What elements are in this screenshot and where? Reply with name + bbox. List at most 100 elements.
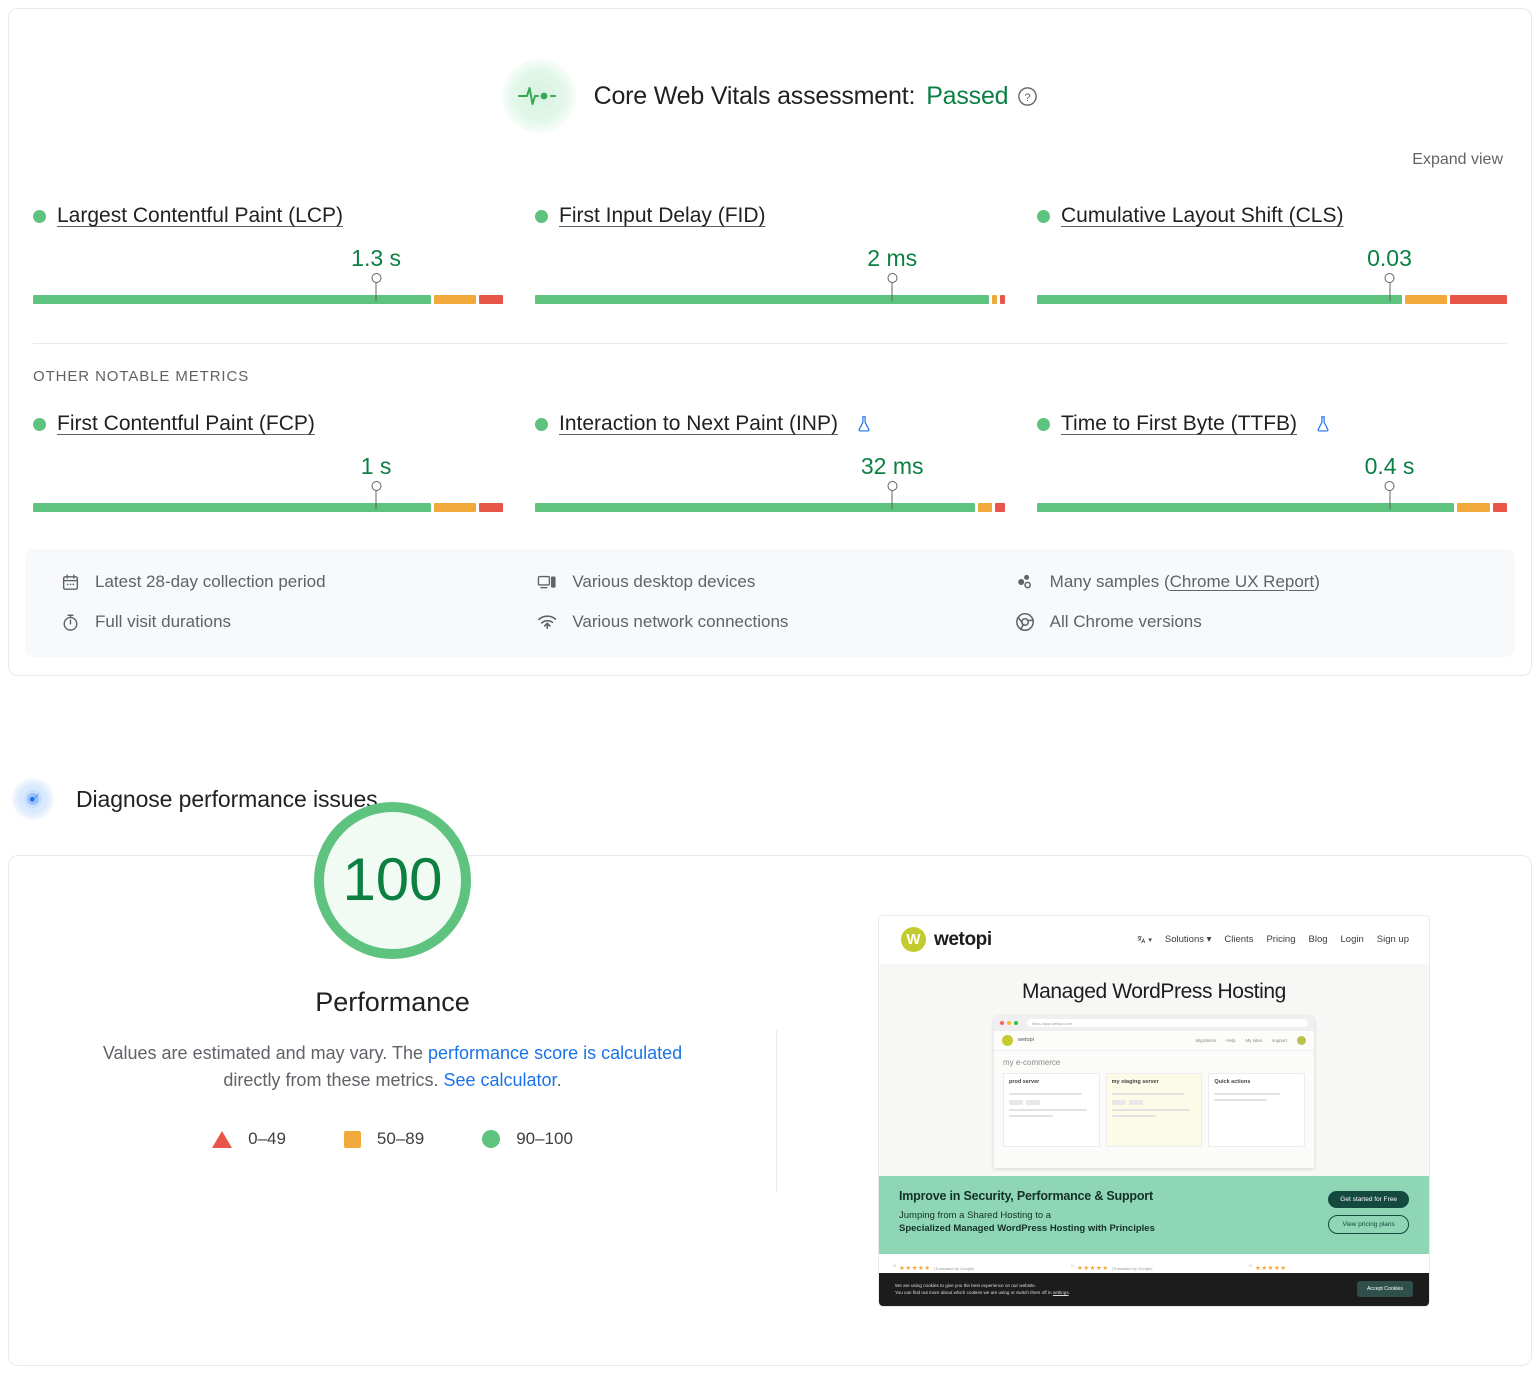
legend-item: 0–49 — [212, 1129, 286, 1149]
metric-name-link[interactable]: Cumulative Layout Shift (CLS) — [1061, 204, 1343, 228]
performance-description: Values are estimated and may vary. The p… — [73, 1040, 713, 1096]
site-thumbnail[interactable]: W wetopi ▾ Solutions ▾ Clients Pricing Blog L… — [878, 914, 1430, 1307]
thumb-nav-item[interactable]: Login — [1341, 934, 1364, 945]
bar-segment-avg — [1456, 503, 1490, 512]
metric-header: Interaction to Next Paint (INP) — [535, 409, 1005, 439]
metric-interaction-to-next-paint-inp: Interaction to Next Paint (INP) 32 ms — [535, 409, 1005, 515]
thumb-get-started-button[interactable]: Get started for Free — [1328, 1190, 1409, 1208]
pagespeed-report: Core Web Vitals assessment: Passed ? Exp… — [0, 0, 1540, 1374]
svg-text:?: ? — [1025, 91, 1031, 103]
translate-icon[interactable]: ▾ — [1137, 935, 1152, 944]
legend-label: 50–89 — [376, 1129, 425, 1149]
thumb-server-action — [1009, 1114, 1054, 1117]
bar-segment-avg — [991, 295, 998, 304]
thumb-app-section-title: my e-commerce — [1003, 1057, 1061, 1067]
metric-name-link[interactable]: First Input Delay (FID) — [559, 204, 766, 228]
legend-triangle-icon — [212, 1130, 233, 1148]
thumb-server-domain — [1009, 1092, 1082, 1095]
thumb-nav-item[interactable]: Sign up — [1377, 934, 1409, 945]
traffic-light-green — [1014, 1021, 1018, 1025]
thumb-quick-actions-title: Quick actions — [1214, 1078, 1251, 1085]
legend-circle-icon — [482, 1130, 501, 1149]
bar-segment-good — [1037, 295, 1402, 304]
collection-info-strip: Latest 28-day collection period Various d… — [25, 549, 1515, 657]
metric-distribution-bar — [33, 487, 503, 515]
thumb-cta-band: Improve in Security, Performance & Suppo… — [879, 1175, 1429, 1254]
thumb-nav-item[interactable]: Blog — [1309, 934, 1328, 945]
see-calculator-link[interactable]: See calculator — [443, 1070, 556, 1090]
stopwatch-icon — [59, 611, 81, 633]
metric-value-marker — [375, 487, 377, 509]
metric-value-row: 0.4 s — [1037, 453, 1507, 487]
thumb-app-nav-items: Migrations Help My sites support — [1195, 1035, 1306, 1045]
thumb-cta-sub2: Specialized Managed WordPress Hosting wi… — [899, 1222, 1155, 1234]
performance-gauge[interactable]: 100 — [314, 801, 471, 959]
traffic-light-yellow — [1007, 1021, 1011, 1025]
metric-header: Largest Contentful Paint (LCP) — [33, 201, 503, 231]
bar-segment-poor — [1450, 295, 1507, 304]
help-circle-icon[interactable]: ? — [1017, 86, 1038, 107]
thumb-accept-cookies-button[interactable]: Accept Cookies — [1356, 1281, 1413, 1297]
thumb-navbar: W wetopi ▾ Solutions ▾ Clients Pricing Blog L… — [879, 915, 1429, 964]
score-legend: 0–49 50–89 90–100 — [212, 1129, 573, 1149]
legend-label: 0–49 — [248, 1129, 286, 1149]
thumb-nav-item[interactable]: Clients — [1224, 934, 1253, 945]
thumb-review-translated: (Translated by Google) — [933, 1265, 975, 1271]
bar-segment-good — [535, 295, 989, 304]
thumb-cookie-banner: We are using cookies to give you the bes… — [879, 1272, 1429, 1306]
bar-segment-poor — [995, 503, 1005, 512]
metric-name-link[interactable]: Time to First Byte (TTFB) — [1061, 412, 1297, 436]
metric-name-link[interactable]: Interaction to Next Paint (INP) — [559, 412, 838, 436]
metric-status-dot — [1037, 209, 1050, 223]
metric-header: First Contentful Paint (FCP) — [33, 409, 503, 439]
other-metrics-grid: First Contentful Paint (FCP) 1 s Interacti… — [9, 385, 1531, 515]
chrome-ux-report-link[interactable]: Chrome UX Report — [1170, 572, 1315, 591]
thumb-server-title: my staging server — [1111, 1078, 1159, 1085]
bar-segment-avg — [1404, 295, 1448, 304]
performance-score-panel: 100 Performance Values are estimated and… — [9, 801, 777, 1192]
thumb-server-meta — [1111, 1108, 1190, 1111]
calendar-icon — [59, 571, 81, 593]
thumb-server-pills — [1009, 1099, 1094, 1105]
crux-status-badge: Passed — [926, 81, 1009, 110]
traffic-light-red — [1000, 1021, 1004, 1025]
thumb-server-meta — [1009, 1108, 1087, 1111]
metric-value: 1.3 s — [351, 245, 402, 271]
thumb-review-stars: ★★★★★ — [899, 1265, 931, 1272]
thumb-browser-chrome: https://app.wetopi.com — [994, 1015, 1314, 1031]
bar-segment-good — [33, 503, 431, 512]
thumb-app-nav-item: support — [1271, 1037, 1287, 1043]
thumb-cookie-text: We are using cookies to give you the bes… — [895, 1282, 1070, 1295]
flask-icon — [1314, 415, 1332, 433]
desc-text-1: Values are estimated and may vary. The — [102, 1042, 429, 1063]
cookie-line-2: You can find out more about which cookie… — [895, 1290, 1053, 1295]
thumb-app-avatar — [1297, 1035, 1306, 1045]
metric-name-link[interactable]: Largest Contentful Paint (LCP) — [57, 204, 343, 228]
bar-segment-poor — [479, 503, 503, 512]
metric-status-dot — [33, 209, 46, 223]
quote-icon: “ — [1249, 1262, 1252, 1273]
metric-distribution-bar — [33, 279, 503, 307]
info-item: Various desktop devices — [536, 571, 1003, 593]
thumb-review-header: “★★★★★ (Translated by Google) — [1071, 1263, 1237, 1273]
cookie-settings-link[interactable]: settings — [1053, 1290, 1069, 1295]
thumb-nav-item[interactable]: Pricing — [1266, 934, 1295, 945]
info-item-label: Full visit durations — [95, 612, 232, 631]
thumb-hero: Managed WordPress Hosting https://app.we… — [879, 963, 1429, 1176]
network-icon — [536, 611, 558, 633]
thumb-nav-item[interactable]: Solutions ▾ — [1165, 934, 1212, 945]
thumb-logo-mark: W — [901, 927, 926, 952]
info-item-label: Many samples (Chrome UX Report) — [1049, 572, 1320, 591]
bar-segment-avg — [978, 503, 993, 512]
expand-view-link[interactable]: Expand view — [1412, 151, 1503, 169]
thumb-pricing-button[interactable]: View pricing plans — [1328, 1214, 1409, 1234]
metric-name-link[interactable]: First Contentful Paint (FCP) — [57, 412, 315, 436]
metric-value-row: 1.3 s — [33, 245, 503, 279]
thumb-review-header: “★★★★★ — [1249, 1262, 1415, 1273]
metric-value-marker — [1389, 487, 1390, 509]
metric-value-row: 32 ms — [535, 453, 1005, 487]
thumb-browser-mock: https://app.wetopi.com wetopi Migrations… — [994, 1015, 1314, 1168]
thumb-url-bar: https://app.wetopi.com — [1027, 1019, 1308, 1027]
performance-score-value: 100 — [342, 846, 443, 913]
performance-score-link[interactable]: performance score is calculated — [428, 1043, 682, 1063]
